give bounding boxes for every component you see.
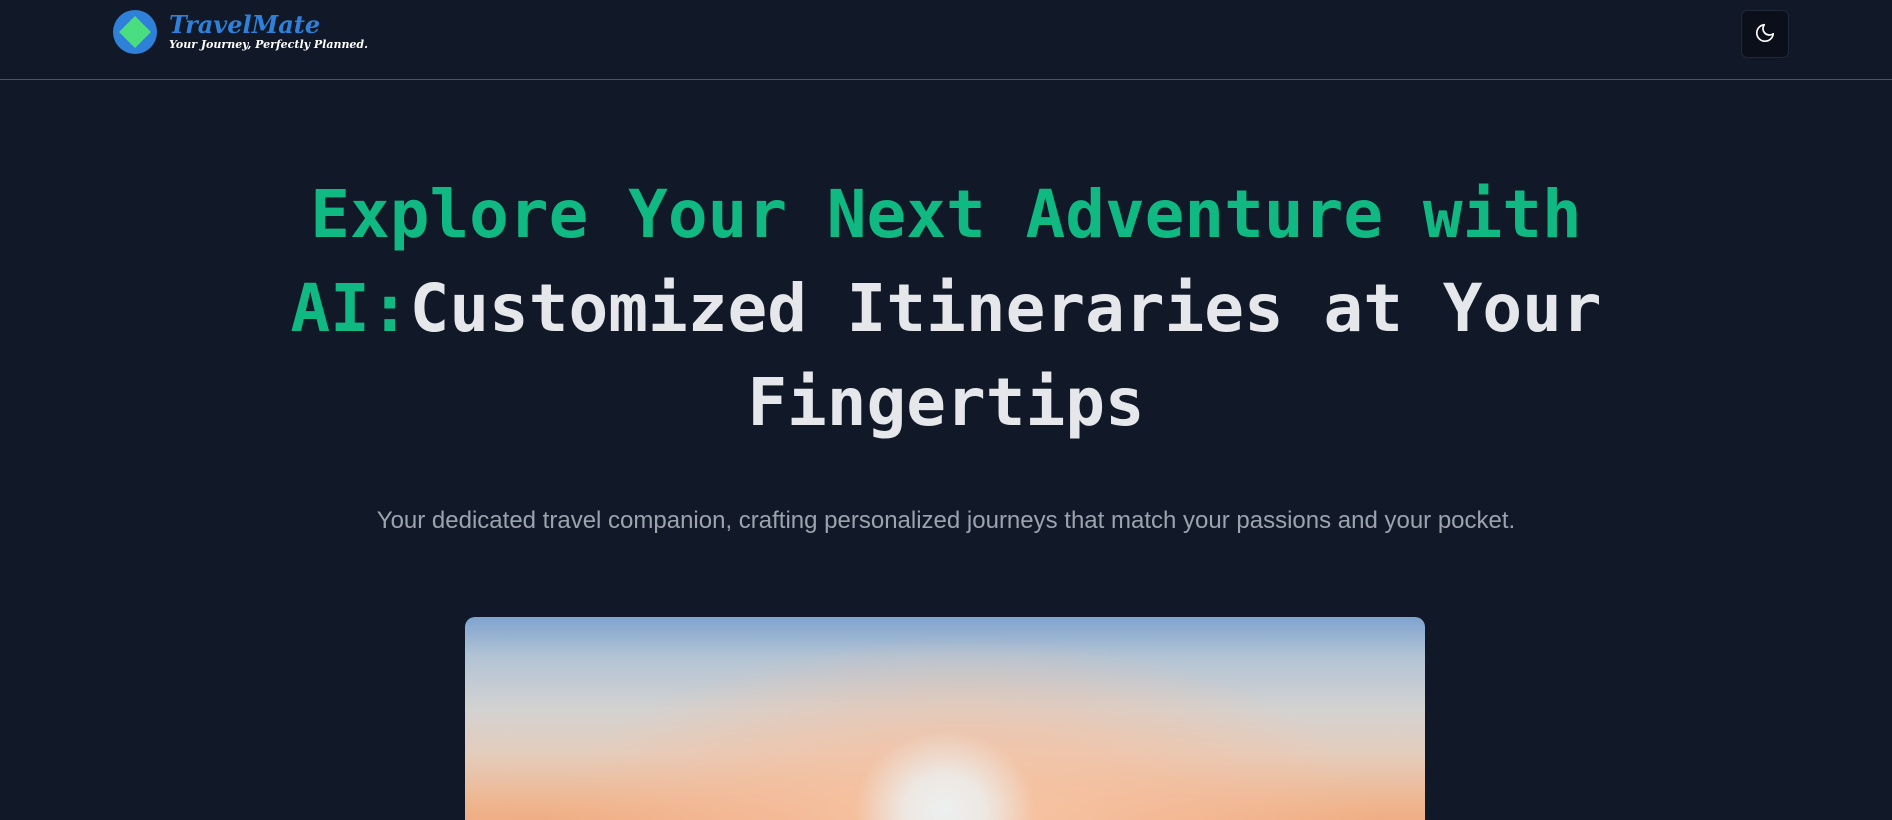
brand-tagline: Your Journey, Perfectly Planned. <box>169 37 368 51</box>
theme-toggle-button[interactable] <box>1741 10 1789 58</box>
hero-subtitle: Your dedicated travel companion, craftin… <box>376 507 1516 534</box>
hero-title: Explore Your Next Adventure with AI:Cust… <box>196 168 1696 450</box>
sunset-sky-image <box>465 617 1425 820</box>
brand-logo-link[interactable]: TravelMate Your Journey, Perfectly Plann… <box>113 10 368 54</box>
moon-icon <box>1754 22 1776 47</box>
brand-name: TravelMate <box>169 9 321 39</box>
diamond-logo-icon <box>113 10 157 54</box>
top-header: TravelMate Your Journey, Perfectly Plann… <box>0 0 1892 80</box>
brand-text: TravelMate Your Journey, Perfectly Plann… <box>169 9 368 52</box>
hero-title-main: Customized Itineraries at Your Fingertip… <box>409 270 1602 441</box>
